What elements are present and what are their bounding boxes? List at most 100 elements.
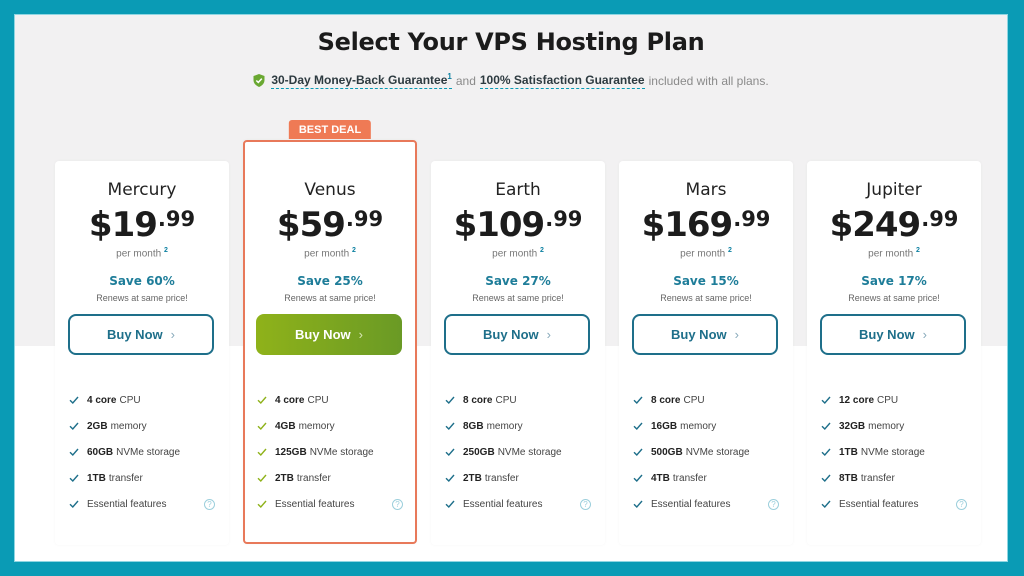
plan-price: $249 .99 bbox=[807, 205, 981, 245]
feature-item: 4 core CPU bbox=[257, 387, 403, 413]
plan-name: Mercury bbox=[107, 180, 177, 200]
check-icon bbox=[445, 448, 455, 457]
feature-value: 2TB bbox=[463, 472, 482, 484]
pricing-page: Select Your VPS Hosting Plan 30-Day Mone… bbox=[14, 14, 1008, 562]
feature-label: Essential features bbox=[839, 498, 919, 510]
guarantee-line: 30-Day Money-Back Guarantee1 and 100% Sa… bbox=[15, 72, 1007, 89]
money-back-guarantee-link[interactable]: 30-Day Money-Back Guarantee1 bbox=[271, 72, 452, 89]
plan-card-mars: Mars $169 .99 per month 2 Save 15% Renews … bbox=[619, 161, 793, 545]
feature-item: Essential features ? bbox=[821, 491, 967, 517]
buy-now-button[interactable]: Buy Now › bbox=[256, 314, 402, 355]
price-cents: .99 bbox=[157, 207, 196, 231]
check-icon bbox=[633, 448, 643, 457]
help-icon[interactable]: ? bbox=[580, 498, 591, 510]
footnote-2: 2 bbox=[351, 247, 356, 254]
feature-value: 12 core bbox=[839, 394, 875, 406]
feature-value: 4TB bbox=[651, 472, 670, 484]
feature-value: 2GB bbox=[87, 420, 108, 432]
billing-period: per month 2 bbox=[55, 247, 229, 259]
price-dollars: $19 bbox=[88, 205, 158, 245]
price-dollars: $109 bbox=[453, 205, 546, 245]
feature-item: 8 core CPU bbox=[445, 387, 591, 413]
feature-value: 500GB bbox=[651, 446, 683, 458]
chevron-right-icon: › bbox=[922, 327, 927, 342]
price-cents: .99 bbox=[733, 207, 771, 231]
check-icon bbox=[69, 396, 79, 405]
check-icon bbox=[633, 500, 643, 509]
buy-now-button[interactable]: Buy Now › bbox=[68, 314, 214, 355]
price-dollars: $249 bbox=[829, 205, 922, 245]
feature-label: CPU bbox=[119, 394, 141, 406]
feature-label: transfer bbox=[860, 472, 895, 484]
buy-now-button[interactable]: Buy Now › bbox=[820, 314, 966, 355]
check-icon bbox=[821, 448, 831, 457]
buy-now-label: Buy Now bbox=[295, 327, 351, 342]
satisfaction-guarantee-link[interactable]: 100% Satisfaction Guarantee bbox=[479, 73, 645, 89]
help-icon[interactable]: ? bbox=[392, 498, 403, 510]
help-icon[interactable]: ? bbox=[768, 498, 779, 510]
feature-item: 1TB transfer bbox=[69, 465, 215, 491]
feature-label: CPU bbox=[495, 394, 517, 406]
feature-item: 8TB transfer bbox=[821, 465, 967, 491]
price-dollars: $59 bbox=[276, 205, 346, 245]
feature-label: Essential features bbox=[651, 498, 731, 510]
per-month-label: per month bbox=[868, 248, 914, 260]
buy-now-button[interactable]: Buy Now › bbox=[632, 314, 778, 355]
help-icon[interactable]: ? bbox=[956, 498, 967, 510]
footnote-1: 1 bbox=[447, 72, 452, 81]
feature-value: 4GB bbox=[275, 420, 296, 432]
feature-value: 4 core bbox=[275, 394, 305, 406]
per-month-label: per month bbox=[304, 248, 350, 260]
check-icon bbox=[821, 422, 831, 431]
feature-value: 125GB bbox=[275, 446, 307, 458]
save-percentage: Save 17% bbox=[861, 274, 927, 288]
check-icon bbox=[257, 448, 267, 457]
feature-label: transfer bbox=[296, 472, 331, 484]
feature-list: 8 core CPU 16GB memory 500GB NVMe storag… bbox=[633, 387, 779, 517]
feature-item: 500GB NVMe storage bbox=[633, 439, 779, 465]
billing-period: per month 2 bbox=[245, 247, 415, 259]
feature-value: 8 core bbox=[463, 394, 493, 406]
feature-item: 32GB memory bbox=[821, 413, 967, 439]
plan-price: $169 .99 bbox=[619, 205, 793, 245]
shield-check-icon bbox=[253, 74, 265, 87]
feature-label: NVMe storage bbox=[497, 446, 562, 458]
price-cents: .99 bbox=[921, 207, 959, 231]
feature-item: 4 core CPU bbox=[69, 387, 215, 413]
renewal-note: Renews at same price! bbox=[472, 293, 564, 303]
feature-label: NVMe storage bbox=[116, 446, 181, 458]
feature-list: 4 core CPU 4GB memory 125GB NVMe storage… bbox=[257, 387, 403, 517]
page-title: Select Your VPS Hosting Plan bbox=[317, 28, 705, 56]
save-percentage: Save 15% bbox=[673, 274, 739, 288]
feature-item: 2GB memory bbox=[69, 413, 215, 439]
chevron-right-icon: › bbox=[734, 327, 739, 342]
check-icon bbox=[69, 474, 79, 483]
feature-item: 16GB memory bbox=[633, 413, 779, 439]
help-icon[interactable]: ? bbox=[204, 498, 215, 510]
feature-label: transfer bbox=[672, 472, 707, 484]
plan-price: $59 .99 bbox=[245, 205, 415, 245]
check-icon bbox=[633, 422, 643, 431]
buy-now-label: Buy Now bbox=[859, 327, 915, 342]
feature-label: memory bbox=[486, 420, 523, 432]
feature-label: transfer bbox=[108, 472, 143, 484]
feature-item: 4GB memory bbox=[257, 413, 403, 439]
plan-card-earth: Earth $109 .99 per month 2 Save 27% Renews… bbox=[431, 161, 605, 545]
and-text: and bbox=[455, 73, 476, 88]
feature-item: Essential features ? bbox=[257, 491, 403, 517]
feature-item: 1TB NVMe storage bbox=[821, 439, 967, 465]
check-icon bbox=[257, 422, 267, 431]
feature-label: CPU bbox=[877, 394, 899, 406]
plan-name: Jupiter bbox=[866, 180, 922, 200]
check-icon bbox=[69, 422, 79, 431]
feature-value: 16GB bbox=[651, 420, 678, 432]
chevron-right-icon: › bbox=[546, 327, 551, 342]
price-dollars: $169 bbox=[641, 205, 734, 245]
feature-item: 12 core CPU bbox=[821, 387, 967, 413]
buy-now-button[interactable]: Buy Now › bbox=[444, 314, 590, 355]
check-icon bbox=[633, 474, 643, 483]
chevron-right-icon: › bbox=[170, 327, 175, 342]
feature-label: memory bbox=[298, 420, 335, 432]
price-cents: .99 bbox=[345, 207, 384, 231]
feature-label: NVMe storage bbox=[685, 446, 750, 458]
